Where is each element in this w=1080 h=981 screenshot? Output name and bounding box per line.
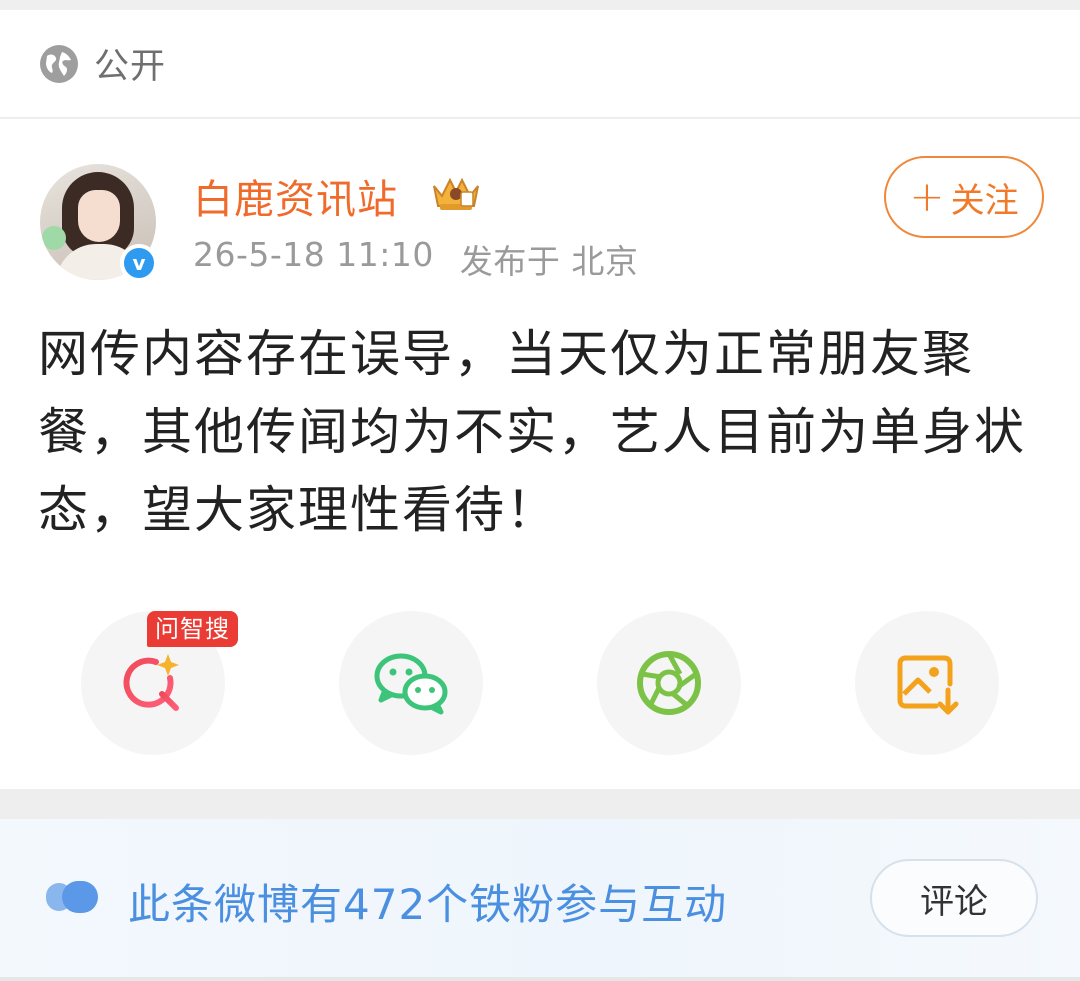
post-timestamp: 26-5-18 11:10	[193, 235, 434, 274]
bottom-spacer	[0, 977, 1080, 981]
globe-icon	[38, 43, 80, 85]
post-meta: 26-5-18 11:10 发布于 北京	[193, 235, 638, 283]
fan-interaction-bar: 此条微博有472个铁粉参与互动 评论	[0, 819, 1080, 977]
follow-label: 关注	[950, 180, 1019, 221]
moments-aperture-icon	[637, 651, 701, 715]
fan-badge-icon	[46, 881, 98, 913]
visibility-label: 公开	[94, 47, 167, 87]
share-moments-button[interactable]	[597, 611, 741, 755]
save-image-icon	[897, 655, 959, 715]
author-avatar[interactable]: v	[40, 164, 158, 282]
ai-search-icon	[123, 654, 179, 711]
fan-interaction-text: 此条微博有472个铁粉参与互动	[128, 880, 728, 929]
post-location: 发布于 北京	[459, 242, 639, 281]
top-spacer	[0, 0, 1080, 10]
share-wechat-button[interactable]	[339, 611, 483, 755]
post-card: v 白鹿资讯站 26-5-18 11:10 发布于 北京 + 关注 网传内容存在…	[0, 119, 1080, 789]
save-image-button[interactable]	[855, 611, 999, 755]
verified-icon: v	[120, 244, 158, 282]
visibility-bar[interactable]: 公开	[0, 10, 1080, 118]
post-body: 网传内容存在误导，当天仅为正常朋友聚餐，其他传闻均为不实，艺人目前为单身状态，望…	[38, 325, 1026, 539]
section-divider	[0, 789, 1080, 819]
follow-button[interactable]: + 关注	[884, 156, 1044, 238]
plus-icon: +	[909, 172, 945, 221]
ai-search-tag: 问智搜	[147, 611, 238, 647]
share-actions: 问智搜	[0, 611, 1080, 761]
wechat-icon	[374, 653, 448, 715]
comment-button[interactable]: 评论	[870, 859, 1038, 937]
author-name[interactable]: 白鹿资讯站	[193, 167, 398, 225]
crown-badge-icon[interactable]	[428, 172, 484, 212]
